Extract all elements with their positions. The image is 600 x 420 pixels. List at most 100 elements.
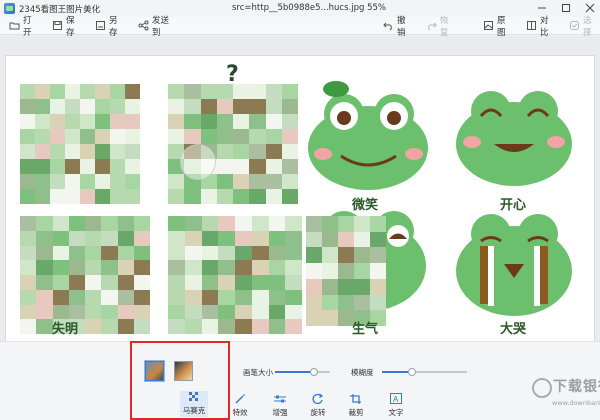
- mosaic-block: [249, 159, 266, 174]
- mosaic-block: [285, 275, 302, 290]
- blur-knob[interactable]: [408, 368, 416, 376]
- mosaic-block: [268, 304, 286, 320]
- mosaic-block: [65, 174, 80, 189]
- mosaic-block: [184, 245, 202, 261]
- mosaic-block: [200, 129, 217, 144]
- mosaic-block: [201, 289, 219, 305]
- brush-size-knob[interactable]: [310, 368, 318, 376]
- mosaic-block: [110, 99, 125, 114]
- mosaic-block: [20, 304, 37, 320]
- mosaic-block: [125, 114, 140, 129]
- tool-text[interactable]: A 文字: [385, 393, 407, 418]
- close-icon[interactable]: [584, 2, 596, 14]
- mosaic-block: [184, 216, 202, 231]
- mosaic-frog-1: [20, 84, 140, 204]
- mosaic-block: [80, 174, 95, 189]
- mosaic-block: [133, 319, 150, 334]
- open-button[interactable]: 打开: [7, 15, 40, 38]
- tool-enhance-label: 增强: [272, 408, 288, 417]
- send-to-button[interactable]: 发送到: [136, 16, 177, 38]
- mosaic-block: [168, 129, 185, 144]
- mosaic-block: [218, 289, 235, 305]
- redo-button[interactable]: 恢复: [424, 16, 457, 38]
- select-icon: [569, 20, 580, 31]
- mosaic-block: [281, 174, 298, 189]
- mosaic-block: [218, 260, 235, 275]
- mosaic-block: [133, 245, 150, 261]
- mosaic-block: [36, 216, 53, 231]
- mosaic-block: [216, 159, 233, 174]
- mosaic-frog-2: [168, 84, 298, 204]
- mosaic-block: [110, 129, 125, 144]
- mosaic-block: [85, 304, 102, 320]
- toolbar: 打开 保存 另存 发送到 撤销 恢复 原图 对比 选择: [0, 15, 600, 38]
- mosaic-block: [370, 247, 386, 264]
- mosaic-frog-4: [168, 216, 302, 334]
- select-button[interactable]: 选择: [567, 16, 600, 38]
- frog-crying: [456, 214, 572, 316]
- mosaic-block: [233, 129, 250, 144]
- mosaic-block: [184, 129, 201, 144]
- mosaic-block: [95, 129, 110, 144]
- mosaic-block: [265, 114, 282, 129]
- mosaic-block: [35, 84, 50, 99]
- mosaic-block: [101, 319, 118, 334]
- mosaic-block: [322, 216, 338, 232]
- mosaic-block: [218, 304, 235, 320]
- watermark-main: 下载银行: [553, 379, 600, 395]
- mosaic-block: [265, 159, 282, 174]
- mosaic-block: [168, 275, 185, 290]
- save-as-button[interactable]: 另存: [93, 16, 126, 38]
- mosaic-block: [117, 275, 134, 290]
- mosaic-block: [35, 174, 50, 189]
- mosaic-frog-5: [306, 216, 386, 326]
- save-button[interactable]: 保存: [50, 16, 83, 38]
- mosaic-block: [168, 304, 185, 320]
- mosaic-block: [370, 231, 386, 248]
- mosaic-block: [370, 263, 386, 279]
- mosaic-block: [265, 129, 282, 144]
- mosaic-block: [85, 319, 102, 334]
- mosaic-block: [201, 230, 219, 246]
- mosaic-block: [36, 260, 53, 275]
- mosaic-block: [168, 114, 185, 129]
- mosaic-block: [117, 289, 134, 305]
- mosaic-block: [36, 304, 53, 320]
- mosaic-block: [95, 144, 110, 159]
- mosaic-block: [201, 260, 219, 275]
- mosaic-block: [370, 216, 386, 232]
- mosaic-block: [117, 216, 134, 231]
- mosaic-block: [80, 114, 95, 129]
- image-canvas[interactable]: ? 微笑 开心 失明 生气 大哭: [5, 55, 595, 345]
- frog-happy: [456, 91, 572, 186]
- mosaic-block: [233, 189, 250, 204]
- mosaic-block: [249, 144, 266, 159]
- tool-rotate-label: 旋转: [310, 408, 326, 417]
- tool-crop[interactable]: 裁剪: [345, 393, 367, 418]
- open-label: 打开: [23, 15, 32, 38]
- mosaic-block: [218, 275, 235, 290]
- mosaic-block: [322, 247, 338, 264]
- tool-rotate[interactable]: 旋转: [307, 393, 329, 418]
- minimize-icon[interactable]: [536, 2, 548, 14]
- maximize-icon[interactable]: [560, 2, 572, 14]
- mosaic-block: [168, 319, 185, 334]
- mosaic-block: [184, 319, 202, 334]
- mosaic-block: [20, 144, 35, 159]
- compare-button[interactable]: 对比: [524, 16, 557, 38]
- mosaic-block: [101, 275, 118, 290]
- redo-icon: [426, 20, 437, 31]
- mosaic-block: [251, 245, 269, 261]
- mosaic-block: [125, 174, 140, 189]
- mosaic-block: [370, 294, 386, 311]
- undo-button[interactable]: 撤销: [381, 16, 414, 38]
- original-button[interactable]: 原图: [481, 16, 514, 38]
- tool-effects[interactable]: 特效: [229, 393, 251, 418]
- mosaic-block: [68, 289, 85, 305]
- mosaic-block: [20, 174, 35, 189]
- mosaic-block: [20, 114, 35, 129]
- sliders-icon: [273, 393, 287, 405]
- label-crying: 大哭: [500, 322, 527, 337]
- mosaic-block: [354, 231, 370, 248]
- tool-enhance[interactable]: 增强: [269, 393, 291, 418]
